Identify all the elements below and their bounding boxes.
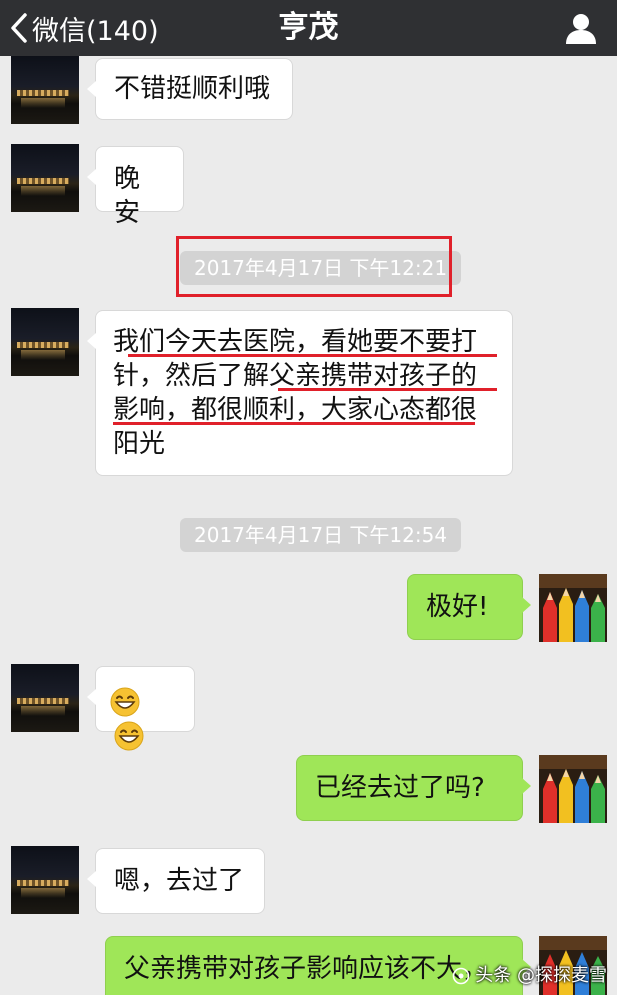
my-avatar[interactable] bbox=[539, 574, 607, 642]
message-sent[interactable]: 极好! bbox=[407, 574, 531, 640]
my-avatar[interactable] bbox=[539, 755, 607, 823]
message-text: 嗯，去过了 bbox=[114, 866, 245, 896]
annotation-underline bbox=[128, 354, 497, 357]
annotation-underline bbox=[113, 422, 475, 425]
message-text: 已经去过了吗? bbox=[315, 773, 485, 803]
contact-avatar[interactable] bbox=[11, 664, 79, 732]
watermark-text: 头条 @探探麦雪 bbox=[475, 965, 607, 986]
chat-area[interactable]: 不错挺顺利哦 晚安 2017年4月17日 下午12:21 我们今天去医院，看她要… bbox=[0, 56, 617, 995]
message-text: 不错挺顺利哦 bbox=[114, 74, 271, 104]
message-received[interactable]: 嗯，去过了 bbox=[87, 848, 265, 914]
message-received[interactable] bbox=[87, 666, 195, 750]
grinning-face-icon bbox=[110, 687, 140, 716]
nav-bar: 微信(140) 亨茂 bbox=[0, 0, 617, 56]
message-text: 父亲携带对孩子影响应该不大， bbox=[124, 954, 489, 984]
pencils-icon bbox=[539, 574, 607, 642]
message-received[interactable]: 不错挺顺利哦 bbox=[87, 58, 293, 120]
annotation-box bbox=[176, 236, 452, 297]
contact-avatar[interactable] bbox=[11, 846, 79, 914]
timestamp: 2017年4月17日 下午12:54 bbox=[180, 518, 462, 552]
message-line: 阳光 bbox=[113, 429, 166, 459]
message-text: 晚安 bbox=[114, 164, 141, 228]
contact-avatar[interactable] bbox=[11, 308, 79, 376]
message-received[interactable]: 晚安 bbox=[87, 146, 184, 228]
watermark-icon bbox=[452, 967, 469, 985]
watermark: 头条 @探探麦雪 bbox=[452, 961, 607, 987]
chat-title: 亨茂 bbox=[278, 10, 339, 45]
grinning-face-icon bbox=[114, 721, 144, 750]
message-text: 极好! bbox=[426, 592, 489, 622]
person-icon[interactable] bbox=[563, 10, 599, 46]
pencils-icon bbox=[539, 755, 607, 823]
annotation-underline bbox=[278, 388, 497, 391]
contact-avatar[interactable] bbox=[11, 56, 79, 124]
message-received[interactable]: 我们今天去医院，看她要不要打 针，然后了解父亲携带对孩子的 影响，都很顺利，大家… bbox=[87, 310, 513, 476]
message-sent[interactable]: 已经去过了吗? bbox=[296, 755, 531, 821]
contact-avatar[interactable] bbox=[11, 144, 79, 212]
